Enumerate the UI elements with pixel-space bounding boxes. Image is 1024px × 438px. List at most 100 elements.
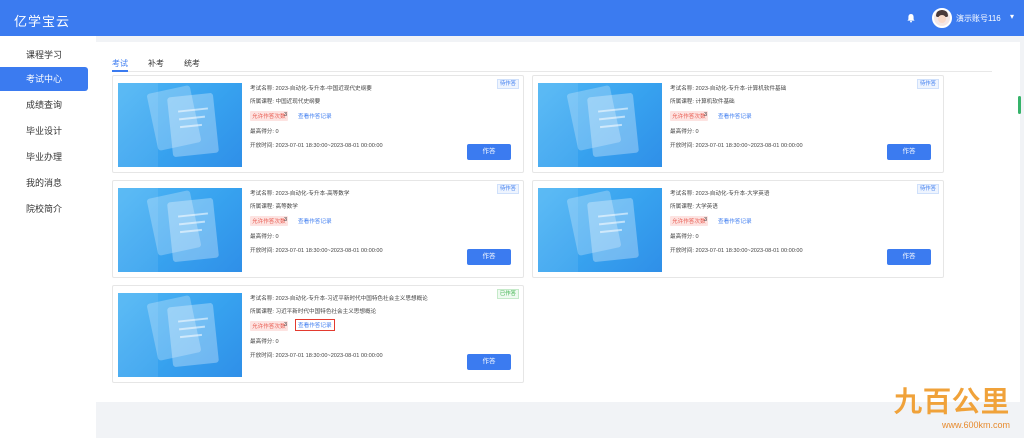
answer-button[interactable]: 作答 [467, 144, 511, 160]
avatar-face [938, 15, 946, 23]
watermark-url: www.600km.com [942, 420, 1011, 430]
app-title: 亿学宝云 [14, 14, 71, 29]
best-score: 0 [275, 129, 279, 135]
bell-icon[interactable] [906, 13, 916, 23]
exam-name-label: 考试名称: [670, 191, 696, 197]
tab-exam[interactable]: 考试 [112, 58, 128, 69]
exam-name-label: 考试名称: [250, 86, 276, 92]
exam-name: 2023-自动化-专升本-高等数学 [275, 191, 350, 197]
top-bar: 亿学宝云 演示账号116 ▾ [0, 0, 1024, 36]
tabs-divider [112, 71, 992, 72]
allow-times-tag: 允许作答次数 [250, 111, 288, 121]
status-badge: 待作答 [916, 79, 939, 89]
open-time: 2023-07-01 18:30:00~2023-08-01 00:00:00 [275, 248, 383, 254]
chevron-down-icon[interactable]: ▾ [1010, 12, 1014, 21]
course-name: 中国近现代史纲要 [275, 99, 321, 105]
exam-card: 已作答 考试名称: 2023-自动化-专升本-习近平新时代中国特色社会主义思想概… [112, 285, 524, 383]
allow-times-tag: 允许作答次数 [250, 321, 288, 331]
view-records-link[interactable]: 查看作答记录 [298, 217, 332, 225]
exam-card: 待作答 考试名称: 2023-自动化-专升本-中国近现代史纲要 所属课程: 中国… [112, 75, 524, 173]
scrollbar-thumb[interactable] [1018, 96, 1021, 114]
user-avatar[interactable] [932, 8, 952, 28]
exam-cover-image [118, 83, 242, 167]
active-tab-indicator [112, 70, 128, 72]
course-label: 所属课程: [670, 99, 696, 105]
allow-times-tag: 允许作答次数 [250, 216, 288, 226]
exam-name: 2023-自动化-专升本-习近平新时代中国特色社会主义思想概论 [275, 296, 428, 302]
answer-button[interactable]: 作答 [887, 249, 931, 265]
allow-times-count: 3 [704, 217, 708, 223]
status-badge: 待作答 [496, 79, 519, 89]
best-score-label: 最高得分: [250, 339, 276, 345]
status-badge: 待作答 [496, 184, 519, 194]
course-label: 所属课程: [250, 309, 276, 315]
exam-card: 待作答 考试名称: 2023-自动化-专升本-高等数学 所属课程: 高等数学 允… [112, 180, 524, 278]
exam-cover-image [538, 188, 662, 272]
answer-button[interactable]: 作答 [467, 354, 511, 370]
sidebar-item-score-query[interactable]: 成绩查询 [0, 93, 88, 117]
open-time: 2023-07-01 18:30:00~2023-08-01 00:00:00 [275, 143, 383, 149]
exam-name-label: 考试名称: [670, 86, 696, 92]
exam-name: 2023-自动化-专升本-大学英语 [695, 191, 770, 197]
exam-name-label: 考试名称: [250, 296, 276, 302]
tab-unified-exam[interactable]: 统考 [184, 58, 200, 69]
view-records-link[interactable]: 查看作答记录 [298, 112, 332, 120]
answer-button[interactable]: 作答 [887, 144, 931, 160]
sidebar-item-school-intro[interactable]: 院校简介 [0, 197, 88, 221]
open-time-label: 开放时间: [670, 143, 696, 149]
open-time: 2023-07-01 18:30:00~2023-08-01 00:00:00 [275, 353, 383, 359]
best-score-label: 最高得分: [670, 234, 696, 240]
best-score-label: 最高得分: [670, 129, 696, 135]
course-label: 所属课程: [250, 99, 276, 105]
watermark-brand: 九百公里 [894, 386, 1011, 417]
exam-name: 2023-自动化-专升本-中国近现代史纲要 [275, 86, 372, 92]
view-records-link[interactable]: 查看作答记录 [718, 217, 752, 225]
open-time-label: 开放时间: [250, 353, 276, 359]
open-time: 2023-07-01 18:30:00~2023-08-01 00:00:00 [695, 248, 803, 254]
allow-times-count: 3 [284, 322, 288, 328]
open-time: 2023-07-01 18:30:00~2023-08-01 00:00:00 [695, 143, 803, 149]
sidebar-item-my-messages[interactable]: 我的消息 [0, 171, 88, 195]
user-name[interactable]: 演示账号116 [956, 13, 1001, 24]
best-score: 0 [275, 234, 279, 240]
open-time-label: 开放时间: [250, 143, 276, 149]
allow-times-count: 3 [704, 112, 708, 118]
open-time-label: 开放时间: [670, 248, 696, 254]
course-label: 所属课程: [250, 204, 276, 210]
exam-name: 2023-自动化-专升本-计算机软件基础 [695, 86, 787, 92]
answer-button[interactable]: 作答 [467, 249, 511, 265]
open-time-label: 开放时间: [250, 248, 276, 254]
exam-panel: 考试 补考 统考 待作答 考试名称: 2023-自动化-专升本-中国近现代史纲要… [96, 42, 1020, 402]
allow-times-tag: 允许作答次数 [670, 216, 708, 226]
watermark-logo: 九百公里 www.600km.com [888, 380, 1020, 436]
view-records-link[interactable]: 查看作答记录 [295, 319, 335, 331]
sidebar: 课程学习 考试中心 成绩查询 毕业设计 毕业办理 我的消息 院校简介 [0, 36, 96, 438]
sidebar-item-graduation-design[interactable]: 毕业设计 [0, 119, 88, 143]
view-records-link[interactable]: 查看作答记录 [718, 112, 752, 120]
sidebar-item-graduation-process[interactable]: 毕业办理 [0, 145, 88, 169]
exam-tabs: 考试 补考 统考 [112, 56, 992, 74]
exam-cover-image [118, 188, 242, 272]
exam-name-label: 考试名称: [250, 191, 276, 197]
best-score: 0 [275, 339, 279, 345]
course-name: 大学英语 [695, 204, 718, 210]
sidebar-item-course-study[interactable]: 课程学习 [0, 43, 88, 67]
tab-makeup-exam[interactable]: 补考 [148, 58, 164, 69]
best-score: 0 [695, 129, 699, 135]
exam-cover-image [118, 293, 242, 377]
allow-times-tag: 允许作答次数 [670, 111, 708, 121]
status-badge: 待作答 [916, 184, 939, 194]
course-name: 计算机软件基础 [695, 99, 735, 105]
course-name: 习近平新时代中国特色社会主义思想概论 [275, 309, 377, 315]
allow-times-count: 3 [284, 112, 288, 118]
main-content: 考试 补考 统考 待作答 考试名称: 2023-自动化-专升本-中国近现代史纲要… [96, 36, 1024, 438]
sidebar-item-exam-center[interactable]: 考试中心 [0, 67, 88, 91]
exam-card: 待作答 考试名称: 2023-自动化-专升本-大学英语 所属课程: 大学英语 允… [532, 180, 944, 278]
allow-times-count: 3 [284, 217, 288, 223]
course-name: 高等数学 [275, 204, 298, 210]
exam-cover-image [538, 83, 662, 167]
status-badge: 已作答 [496, 289, 519, 299]
best-score-label: 最高得分: [250, 129, 276, 135]
course-label: 所属课程: [670, 204, 696, 210]
best-score-label: 最高得分: [250, 234, 276, 240]
